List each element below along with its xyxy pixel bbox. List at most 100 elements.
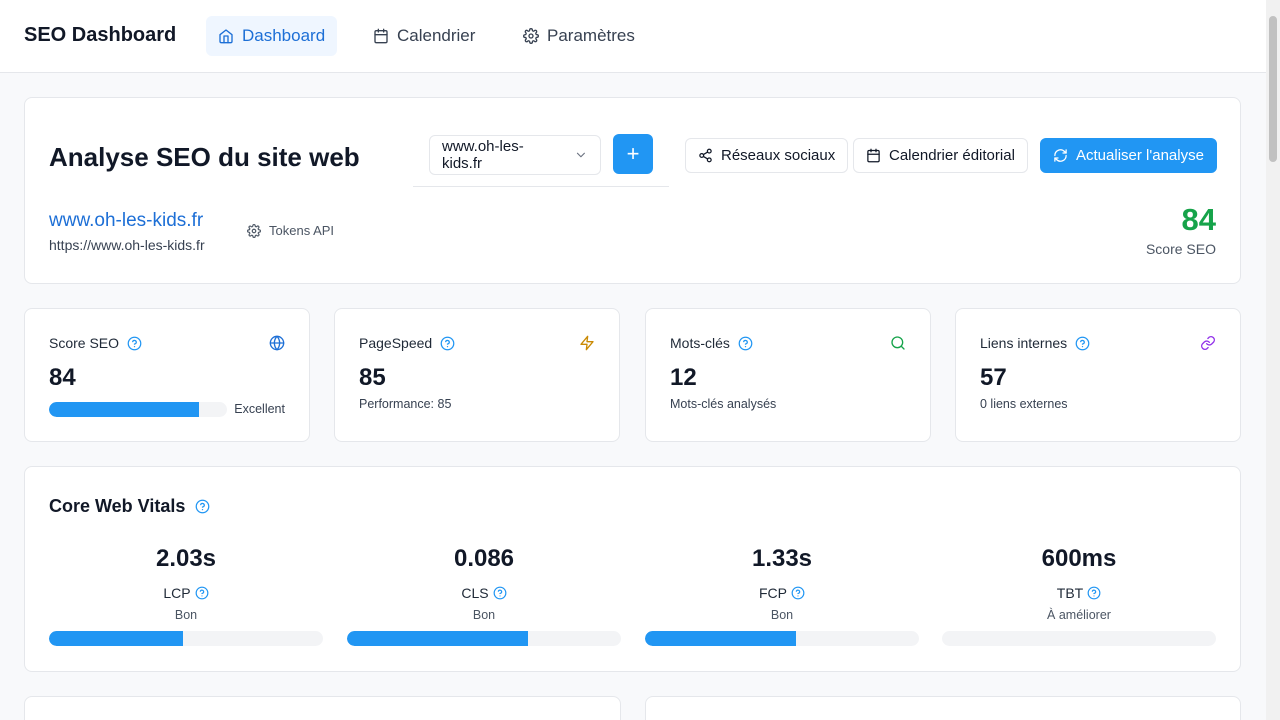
page-title: Analyse SEO du site web bbox=[49, 142, 360, 172]
vital-value: 0.086 bbox=[453, 545, 515, 572]
seo-score-value: 84 bbox=[1181, 202, 1216, 237]
section-title: Core Web Vitals bbox=[49, 496, 210, 517]
stat-title-label: Liens internes bbox=[980, 335, 1068, 351]
help-icon[interactable] bbox=[195, 499, 210, 514]
progress-bar bbox=[645, 631, 919, 646]
site-url: https://www.oh-les-kids.fr bbox=[49, 237, 205, 253]
divider bbox=[413, 186, 669, 187]
help-icon[interactable] bbox=[1075, 336, 1090, 351]
calendar-icon bbox=[374, 28, 388, 44]
nav-dashboard[interactable]: Dashboard bbox=[206, 16, 338, 56]
vital-tbt: 600ms TBT À améliorer bbox=[942, 545, 1216, 655]
vital-value: 2.03s bbox=[155, 545, 217, 572]
stat-value: 57 bbox=[980, 364, 1007, 391]
stat-card-seo-score: Score SEO 84 Excellent bbox=[24, 308, 310, 442]
add-site-button[interactable]: + bbox=[613, 134, 653, 174]
scrollbar[interactable] bbox=[1266, 0, 1280, 720]
search-icon bbox=[891, 336, 905, 350]
social-networks-button[interactable]: Réseaux sociaux bbox=[685, 138, 849, 173]
nav-parametres[interactable]: Paramètres bbox=[511, 16, 647, 56]
stat-title: Mots-clés bbox=[670, 335, 753, 351]
site-name-link[interactable]: www.oh-les-kids.fr bbox=[49, 210, 203, 232]
stat-subtitle: Mots-clés analysés bbox=[670, 397, 777, 411]
seo-score-label: Score SEO bbox=[1145, 241, 1216, 257]
vital-value: 600ms bbox=[1041, 545, 1117, 572]
stat-title: Score SEO bbox=[49, 335, 142, 351]
help-icon[interactable] bbox=[1087, 586, 1101, 600]
gear-icon bbox=[523, 28, 539, 44]
progress-fill bbox=[347, 631, 528, 646]
refresh-icon bbox=[1054, 149, 1067, 162]
chevron-down-icon bbox=[577, 152, 586, 158]
app-title: SEO Dashboard bbox=[24, 24, 177, 46]
stat-card-internal-links: Liens internes 57 0 liens externes bbox=[955, 308, 1241, 442]
social-networks-label: Réseaux sociaux bbox=[721, 147, 836, 164]
refresh-analysis-label: Actualiser l'analyse bbox=[1076, 147, 1204, 164]
calendar-icon bbox=[867, 148, 880, 163]
stat-value: 85 bbox=[359, 364, 386, 391]
vital-label-text: FCP bbox=[759, 585, 787, 601]
stat-title: PageSpeed bbox=[359, 335, 455, 351]
progress-fill bbox=[49, 402, 199, 417]
help-icon[interactable] bbox=[127, 336, 142, 351]
vital-label-text: TBT bbox=[1056, 585, 1084, 601]
bottom-card-right bbox=[645, 696, 1241, 720]
stat-title: Liens internes bbox=[980, 335, 1090, 351]
site-select[interactable]: www.oh-les-kids.fr bbox=[429, 135, 601, 175]
scrollbar-thumb[interactable] bbox=[1269, 16, 1277, 162]
site-analysis-header: Analyse SEO du site web www.oh-les-kids.… bbox=[24, 97, 1241, 284]
core-web-vitals-card: Core Web Vitals 2.03s LCP Bon 0.086 CLS … bbox=[24, 466, 1241, 672]
stat-card-keywords: Mots-clés 12 Mots-clés analysés bbox=[645, 308, 931, 442]
lightning-icon bbox=[580, 335, 594, 351]
stat-subtitle: 0 liens externes bbox=[980, 397, 1068, 411]
stat-card-pagespeed: PageSpeed 85 Performance: 85 bbox=[334, 308, 620, 442]
progress-bar bbox=[49, 402, 227, 417]
help-icon[interactable] bbox=[493, 586, 507, 600]
vital-value: 1.33s bbox=[751, 545, 813, 572]
progress-fill bbox=[645, 631, 796, 646]
progress-fill bbox=[49, 631, 184, 646]
vital-label: CLS bbox=[347, 585, 621, 601]
help-icon[interactable] bbox=[791, 586, 805, 600]
progress-bar bbox=[942, 631, 1216, 646]
nav-calendrier-label: Calendrier bbox=[397, 26, 476, 45]
gear-icon bbox=[247, 223, 261, 238]
progress-bar bbox=[49, 631, 323, 646]
vital-label: FCP bbox=[645, 585, 919, 601]
bottom-card-left bbox=[24, 696, 621, 720]
section-title-label: Core Web Vitals bbox=[49, 496, 186, 516]
vital-status: À améliorer bbox=[1047, 608, 1111, 622]
site-select-value: www.oh-les-kids.fr bbox=[442, 138, 524, 172]
help-icon[interactable] bbox=[738, 336, 753, 351]
vital-status: Bon bbox=[472, 608, 496, 622]
editorial-calendar-label: Calendrier éditorial bbox=[889, 147, 1015, 164]
home-icon bbox=[219, 29, 233, 44]
stat-subtitle: Performance: 85 bbox=[359, 397, 452, 411]
vital-label-text: LCP bbox=[163, 585, 191, 601]
help-icon[interactable] bbox=[440, 336, 455, 351]
vital-label-text: CLS bbox=[461, 585, 489, 601]
vital-lcp: 2.03s LCP Bon bbox=[49, 545, 323, 655]
vital-fcp: 1.33s FCP Bon bbox=[645, 545, 919, 655]
vital-status: Bon bbox=[770, 608, 794, 622]
nav-dashboard-label: Dashboard bbox=[242, 26, 326, 45]
stat-title-label: Mots-clés bbox=[670, 335, 730, 351]
nav-parametres-label: Paramètres bbox=[547, 26, 635, 45]
globe-icon bbox=[269, 335, 285, 351]
vital-label: TBT bbox=[942, 585, 1216, 601]
vital-label: LCP bbox=[49, 585, 323, 601]
vital-cls: 0.086 CLS Bon bbox=[347, 545, 621, 655]
editorial-calendar-button[interactable]: Calendrier éditorial bbox=[853, 138, 1028, 173]
tokens-api-label: Tokens API bbox=[269, 223, 335, 238]
share-icon bbox=[699, 148, 712, 163]
top-navigation-bar: SEO Dashboard Dashboard Calendrier Param… bbox=[0, 0, 1266, 73]
stat-value: 84 bbox=[49, 364, 76, 391]
progress-bar bbox=[347, 631, 621, 646]
nav-calendrier[interactable]: Calendrier bbox=[361, 16, 487, 56]
stat-value: 12 bbox=[670, 364, 697, 391]
vital-status: Bon bbox=[174, 608, 198, 622]
refresh-analysis-button[interactable]: Actualiser l'analyse bbox=[1040, 138, 1217, 173]
help-icon[interactable] bbox=[195, 586, 209, 600]
stat-title-label: PageSpeed bbox=[359, 335, 433, 351]
tokens-api-button[interactable]: Tokens API bbox=[247, 223, 334, 238]
